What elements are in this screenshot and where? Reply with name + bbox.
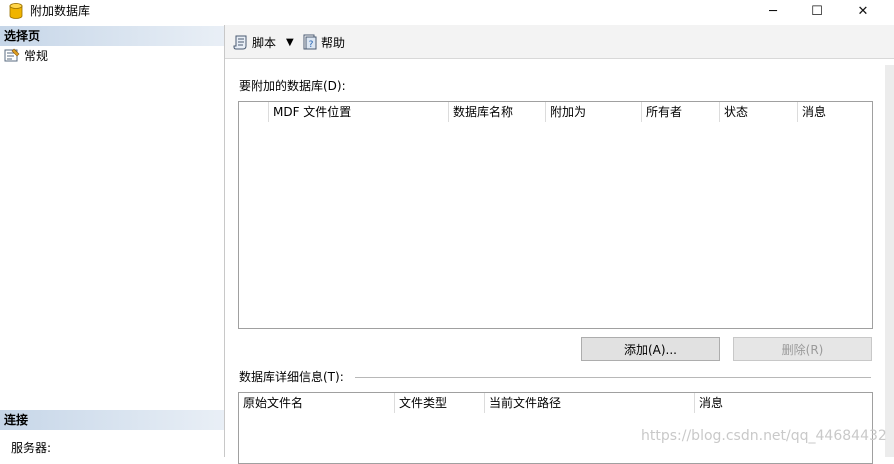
script-label: 脚本 bbox=[252, 35, 277, 50]
maximize-button[interactable]: ☐ bbox=[794, 0, 840, 22]
help-icon: ? bbox=[303, 34, 317, 50]
details-separator bbox=[355, 377, 871, 378]
script-button[interactable]: 脚本 bbox=[233, 33, 276, 51]
column-header-message[interactable]: 消息 bbox=[798, 102, 872, 122]
script-dropdown-chevron-icon[interactable]: ▼ bbox=[286, 33, 294, 51]
properties-page-icon bbox=[4, 48, 20, 62]
page-item-general[interactable]: 常规 bbox=[4, 46, 48, 64]
column-header-details-message[interactable]: 消息 bbox=[695, 393, 872, 413]
server-label: 服务器: bbox=[11, 441, 52, 455]
title-bar: 附加数据库 ─ ☐ ✕ bbox=[0, 0, 894, 22]
column-header-owner[interactable]: 所有者 bbox=[642, 102, 720, 122]
select-page-header: 选择页 bbox=[0, 26, 224, 46]
column-header-attach-as[interactable]: 附加为 bbox=[546, 102, 642, 122]
row-selector-header bbox=[239, 102, 269, 122]
window-title: 附加数据库 bbox=[30, 4, 91, 18]
remove-button[interactable]: 删除(R) bbox=[733, 337, 872, 361]
minimize-button[interactable]: ─ bbox=[750, 0, 796, 22]
column-header-file-type[interactable]: 文件类型 bbox=[395, 393, 485, 413]
column-header-current-path[interactable]: 当前文件路径 bbox=[485, 393, 695, 413]
column-header-database-name[interactable]: 数据库名称 bbox=[449, 102, 546, 122]
attach-databases-label: 要附加的数据库(D): bbox=[239, 79, 346, 93]
column-header-status[interactable]: 状态 bbox=[720, 102, 798, 122]
help-label: 帮助 bbox=[321, 35, 346, 50]
database-icon bbox=[9, 3, 23, 19]
vertical-scrollbar[interactable] bbox=[885, 65, 894, 457]
connect-header: 连接 bbox=[0, 410, 224, 430]
left-pane: 选择页 常规 连接 服务器: bbox=[0, 25, 225, 457]
main-pane: 脚本 ▼ ? 帮助 要附加的数据库(D): MDF 文件位置 数据库名称 附加为… bbox=[225, 25, 894, 464]
toolbar: 脚本 ▼ ? 帮助 bbox=[225, 25, 894, 59]
help-button[interactable]: ? 帮助 bbox=[302, 33, 345, 51]
column-header-mdf-location[interactable]: MDF 文件位置 bbox=[269, 102, 449, 122]
script-icon bbox=[233, 35, 247, 50]
close-button[interactable]: ✕ bbox=[840, 0, 886, 22]
svg-text:?: ? bbox=[309, 40, 314, 50]
database-details-label: 数据库详细信息(T): bbox=[239, 368, 348, 385]
watermark-text: https://blog.csdn.net/qq_44684432 bbox=[641, 428, 887, 444]
attach-databases-grid[interactable]: MDF 文件位置 数据库名称 附加为 所有者 状态 消息 bbox=[238, 101, 873, 329]
column-header-original-filename[interactable]: 原始文件名 bbox=[239, 393, 395, 413]
add-button[interactable]: 添加(A)... bbox=[581, 337, 720, 361]
page-item-general-label: 常规 bbox=[24, 48, 49, 63]
